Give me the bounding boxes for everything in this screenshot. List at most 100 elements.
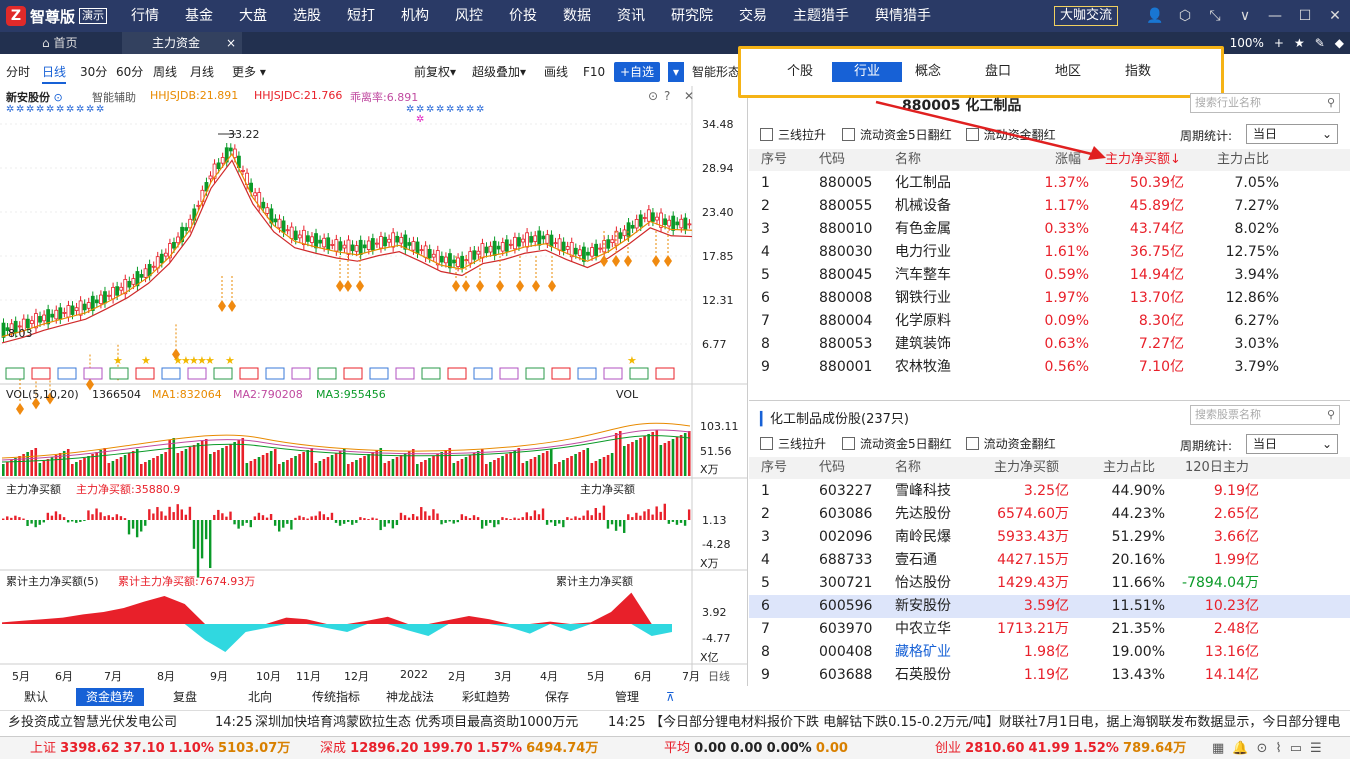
table-row[interactable]: 6 880008 钢铁行业 1.97% 13.70亿 12.86%: [749, 287, 1350, 310]
category-tab-4[interactable]: 地区: [1043, 62, 1093, 82]
period-minute[interactable]: 分时: [6, 62, 30, 82]
draw-line-button[interactable]: 画线: [544, 62, 568, 82]
industry-header-1[interactable]: 代码: [819, 149, 845, 171]
tab-close-icon[interactable]: ×: [226, 32, 236, 54]
period-month[interactable]: 月线: [190, 62, 214, 82]
constituents-header-2[interactable]: 名称: [895, 457, 921, 479]
table-row[interactable]: 8 000408 藏格矿业 1.98亿 19.00% 13.16亿: [749, 641, 1350, 664]
checkbox-three-line[interactable]: [760, 128, 773, 141]
indicator-tab-1[interactable]: 资金趋势: [76, 688, 145, 706]
search-icon[interactable]: ⚲: [1327, 406, 1335, 424]
user-icon[interactable]: 👤: [1140, 8, 1170, 24]
constituents-header-5[interactable]: 120日主力: [1185, 457, 1249, 479]
category-tab-2[interactable]: 概念: [903, 62, 953, 82]
table-row[interactable]: 6 600596 新安股份 3.59亿 11.51% 10.23亿: [749, 595, 1350, 618]
settings-icon[interactable]: ⬡: [1170, 8, 1200, 24]
table-row[interactable]: 9 880001 农林牧渔 0.56% 7.10亿 3.79%: [749, 356, 1350, 379]
industry-header-0[interactable]: 序号: [761, 149, 787, 171]
checkbox-fund-2[interactable]: [965, 437, 979, 450]
tab-main-fund[interactable]: 主力资金 ×: [122, 32, 242, 54]
shrink-icon[interactable]: ⤡: [1200, 8, 1230, 24]
news-ticker[interactable]: 乡投资成立智慧光伏发电公司 14:25 深圳加快培育鸿蒙欧拉生态 优秀项目最高资…: [0, 710, 1350, 734]
table-row[interactable]: 9 603688 石英股份 1.19亿 13.43% 14.14亿: [749, 664, 1350, 687]
ticker-item-2[interactable]: 深圳加快培育鸿蒙欧拉生态 优秀项目最高资助1000万元: [255, 711, 578, 734]
table-row[interactable]: 5 300721 怡达股份 1429.43万 11.66% -7894.04万: [749, 572, 1350, 595]
indicator-tab-0[interactable]: 默认: [24, 688, 48, 706]
menu-item-8[interactable]: 数据: [550, 0, 604, 32]
ticker-item-1[interactable]: 乡投资成立智慧光伏发电公司: [8, 711, 177, 734]
stock-dropdown-icon[interactable]: ⊙: [54, 91, 63, 104]
indicator-tab-6[interactable]: 彩虹趋势: [462, 688, 510, 706]
menu-item-4[interactable]: 短打: [334, 0, 388, 32]
period-day[interactable]: 日线: [42, 62, 67, 84]
menu-item-0[interactable]: 行情: [118, 0, 172, 32]
menu-item-5[interactable]: 机构: [388, 0, 442, 32]
expert-chat-button[interactable]: 大咖交流: [1054, 6, 1119, 26]
edit-icon[interactable]: ✎: [1315, 32, 1325, 54]
avg-index[interactable]: 平均 0.00 0.00 0.00% 0.00: [664, 737, 848, 760]
ticker-item-3[interactable]: 【今日部分锂电材料报价下跌 电解钴下跌0.15-0.2万元/吨】财联社7月1日电…: [650, 711, 1340, 734]
table-row[interactable]: 5 880045 汽车整车 0.59% 14.94亿 3.94%: [749, 264, 1350, 287]
zoom-in-icon[interactable]: +: [1274, 32, 1284, 54]
search-icon[interactable]: ⚲: [1327, 94, 1335, 112]
menu-item-2[interactable]: 大盘: [226, 0, 280, 32]
adjust-button[interactable]: 前复权▾: [414, 62, 456, 82]
industry-header-5[interactable]: 主力占比: [1217, 149, 1269, 171]
period-30min[interactable]: 30分: [80, 62, 107, 82]
close-icon[interactable]: ✕: [1320, 8, 1350, 24]
table-row[interactable]: 1 880005 化工制品 1.37% 50.39亿 7.05%: [749, 172, 1350, 195]
table-row[interactable]: 4 880030 电力行业 1.61% 36.75亿 12.75%: [749, 241, 1350, 264]
menu-item-6[interactable]: 风控: [442, 0, 496, 32]
menu-item-11[interactable]: 交易: [726, 0, 780, 32]
table-row[interactable]: 1 603227 雪峰科技 3.25亿 44.90% 9.19亿: [749, 480, 1350, 503]
table-row[interactable]: 3 880010 有色金属 0.33% 43.74亿 8.02%: [749, 218, 1350, 241]
menu-item-13[interactable]: 舆情猎手: [862, 0, 944, 32]
category-tab-1[interactable]: 行业: [832, 62, 902, 82]
table-row[interactable]: 3 002096 南岭民爆 5933.43万 51.29% 3.66亿: [749, 526, 1350, 549]
kline-chart-area[interactable]: ✲ ✲ ✲ ✲ ✲ ✲ ✲ ✲ ✲ ✲ ✲ ✲ ✲ ✲ ✲ ✲ ✲ ✲ ✲ ★ ★ ★ ★ ★ ★ ★ ★ ★ ⊙? ✕ 新安股份 ⊙ 智…: [0, 86, 748, 686]
constituents-header-3[interactable]: 主力净买额: [994, 457, 1059, 479]
category-tab-5[interactable]: 指数: [1113, 62, 1163, 82]
collapse-icon[interactable]: ⊼: [666, 688, 675, 706]
star-icon[interactable]: ★: [1294, 32, 1305, 54]
checkbox-three-line-2[interactable]: [760, 437, 773, 450]
f10-button[interactable]: F10: [583, 62, 605, 82]
table-row[interactable]: 7 880004 化学原料 0.09% 8.30亿 6.27%: [749, 310, 1350, 333]
table-row[interactable]: 2 603086 先达股份 6574.60万 44.23% 2.65亿: [749, 503, 1350, 526]
table-row[interactable]: 4 688733 壹石通 4427.15万 20.16% 1.99亿: [749, 549, 1350, 572]
constituents-header-0[interactable]: 序号: [761, 457, 787, 479]
indicator-tab-3[interactable]: 北向: [248, 688, 272, 706]
cy-index[interactable]: 创业 2810.60 41.99 1.52% 789.64万: [935, 737, 1186, 760]
overlay-button[interactable]: 超级叠加▾: [472, 62, 526, 82]
category-tab-0[interactable]: 个股: [775, 62, 825, 82]
maximize-icon[interactable]: ☐: [1290, 8, 1320, 24]
indicator-tab-5[interactable]: 神龙战法: [386, 688, 434, 706]
checkbox-fund5-2[interactable]: [842, 437, 856, 450]
menu-item-12[interactable]: 主题猎手: [780, 0, 862, 32]
menu-item-10[interactable]: 研究院: [658, 0, 726, 32]
watchlist-dropdown-icon[interactable]: ▾: [668, 62, 684, 82]
indicator-tab-2[interactable]: 复盘: [173, 688, 197, 706]
table-row[interactable]: 8 880053 建筑装饰 0.63% 7.27亿 3.03%: [749, 333, 1350, 356]
indicator-tab-8[interactable]: 管理: [615, 688, 639, 706]
category-tab-3[interactable]: 盘口: [973, 62, 1023, 82]
industry-period-select[interactable]: 当日 ⌄: [1246, 124, 1338, 144]
dropdown-icon[interactable]: ∨: [1230, 8, 1260, 24]
table-row[interactable]: 7 603970 中农立华 1713.21万 21.35% 2.48亿: [749, 618, 1350, 641]
smart-pattern-button[interactable]: 智能形态: [692, 62, 740, 82]
indicator-tab-7[interactable]: 保存: [545, 688, 569, 706]
assist-label[interactable]: 智能辅助: [92, 89, 136, 105]
tab-home[interactable]: ⌂ 首页: [30, 32, 120, 54]
period-week[interactable]: 周线: [153, 62, 177, 82]
sz-index[interactable]: 深成 12896.20 199.70 1.57% 6494.74万: [320, 737, 598, 760]
drop-icon[interactable]: ◆: [1335, 32, 1344, 54]
menu-item-9[interactable]: 资讯: [604, 0, 658, 32]
status-tool-icons[interactable]: ▦🔔⊙⌇▭☰: [1212, 737, 1330, 760]
add-watchlist-button[interactable]: +自选: [614, 62, 661, 82]
sh-index[interactable]: 上证 3398.62 37.10 1.10% 5103.07万: [30, 737, 290, 760]
period-more[interactable]: 更多 ▾: [232, 62, 266, 82]
menu-item-1[interactable]: 基金: [172, 0, 226, 32]
constituents-header-1[interactable]: 代码: [819, 457, 845, 479]
period-60min[interactable]: 60分: [116, 62, 143, 82]
constituent-period-select[interactable]: 当日 ⌄: [1246, 434, 1338, 454]
